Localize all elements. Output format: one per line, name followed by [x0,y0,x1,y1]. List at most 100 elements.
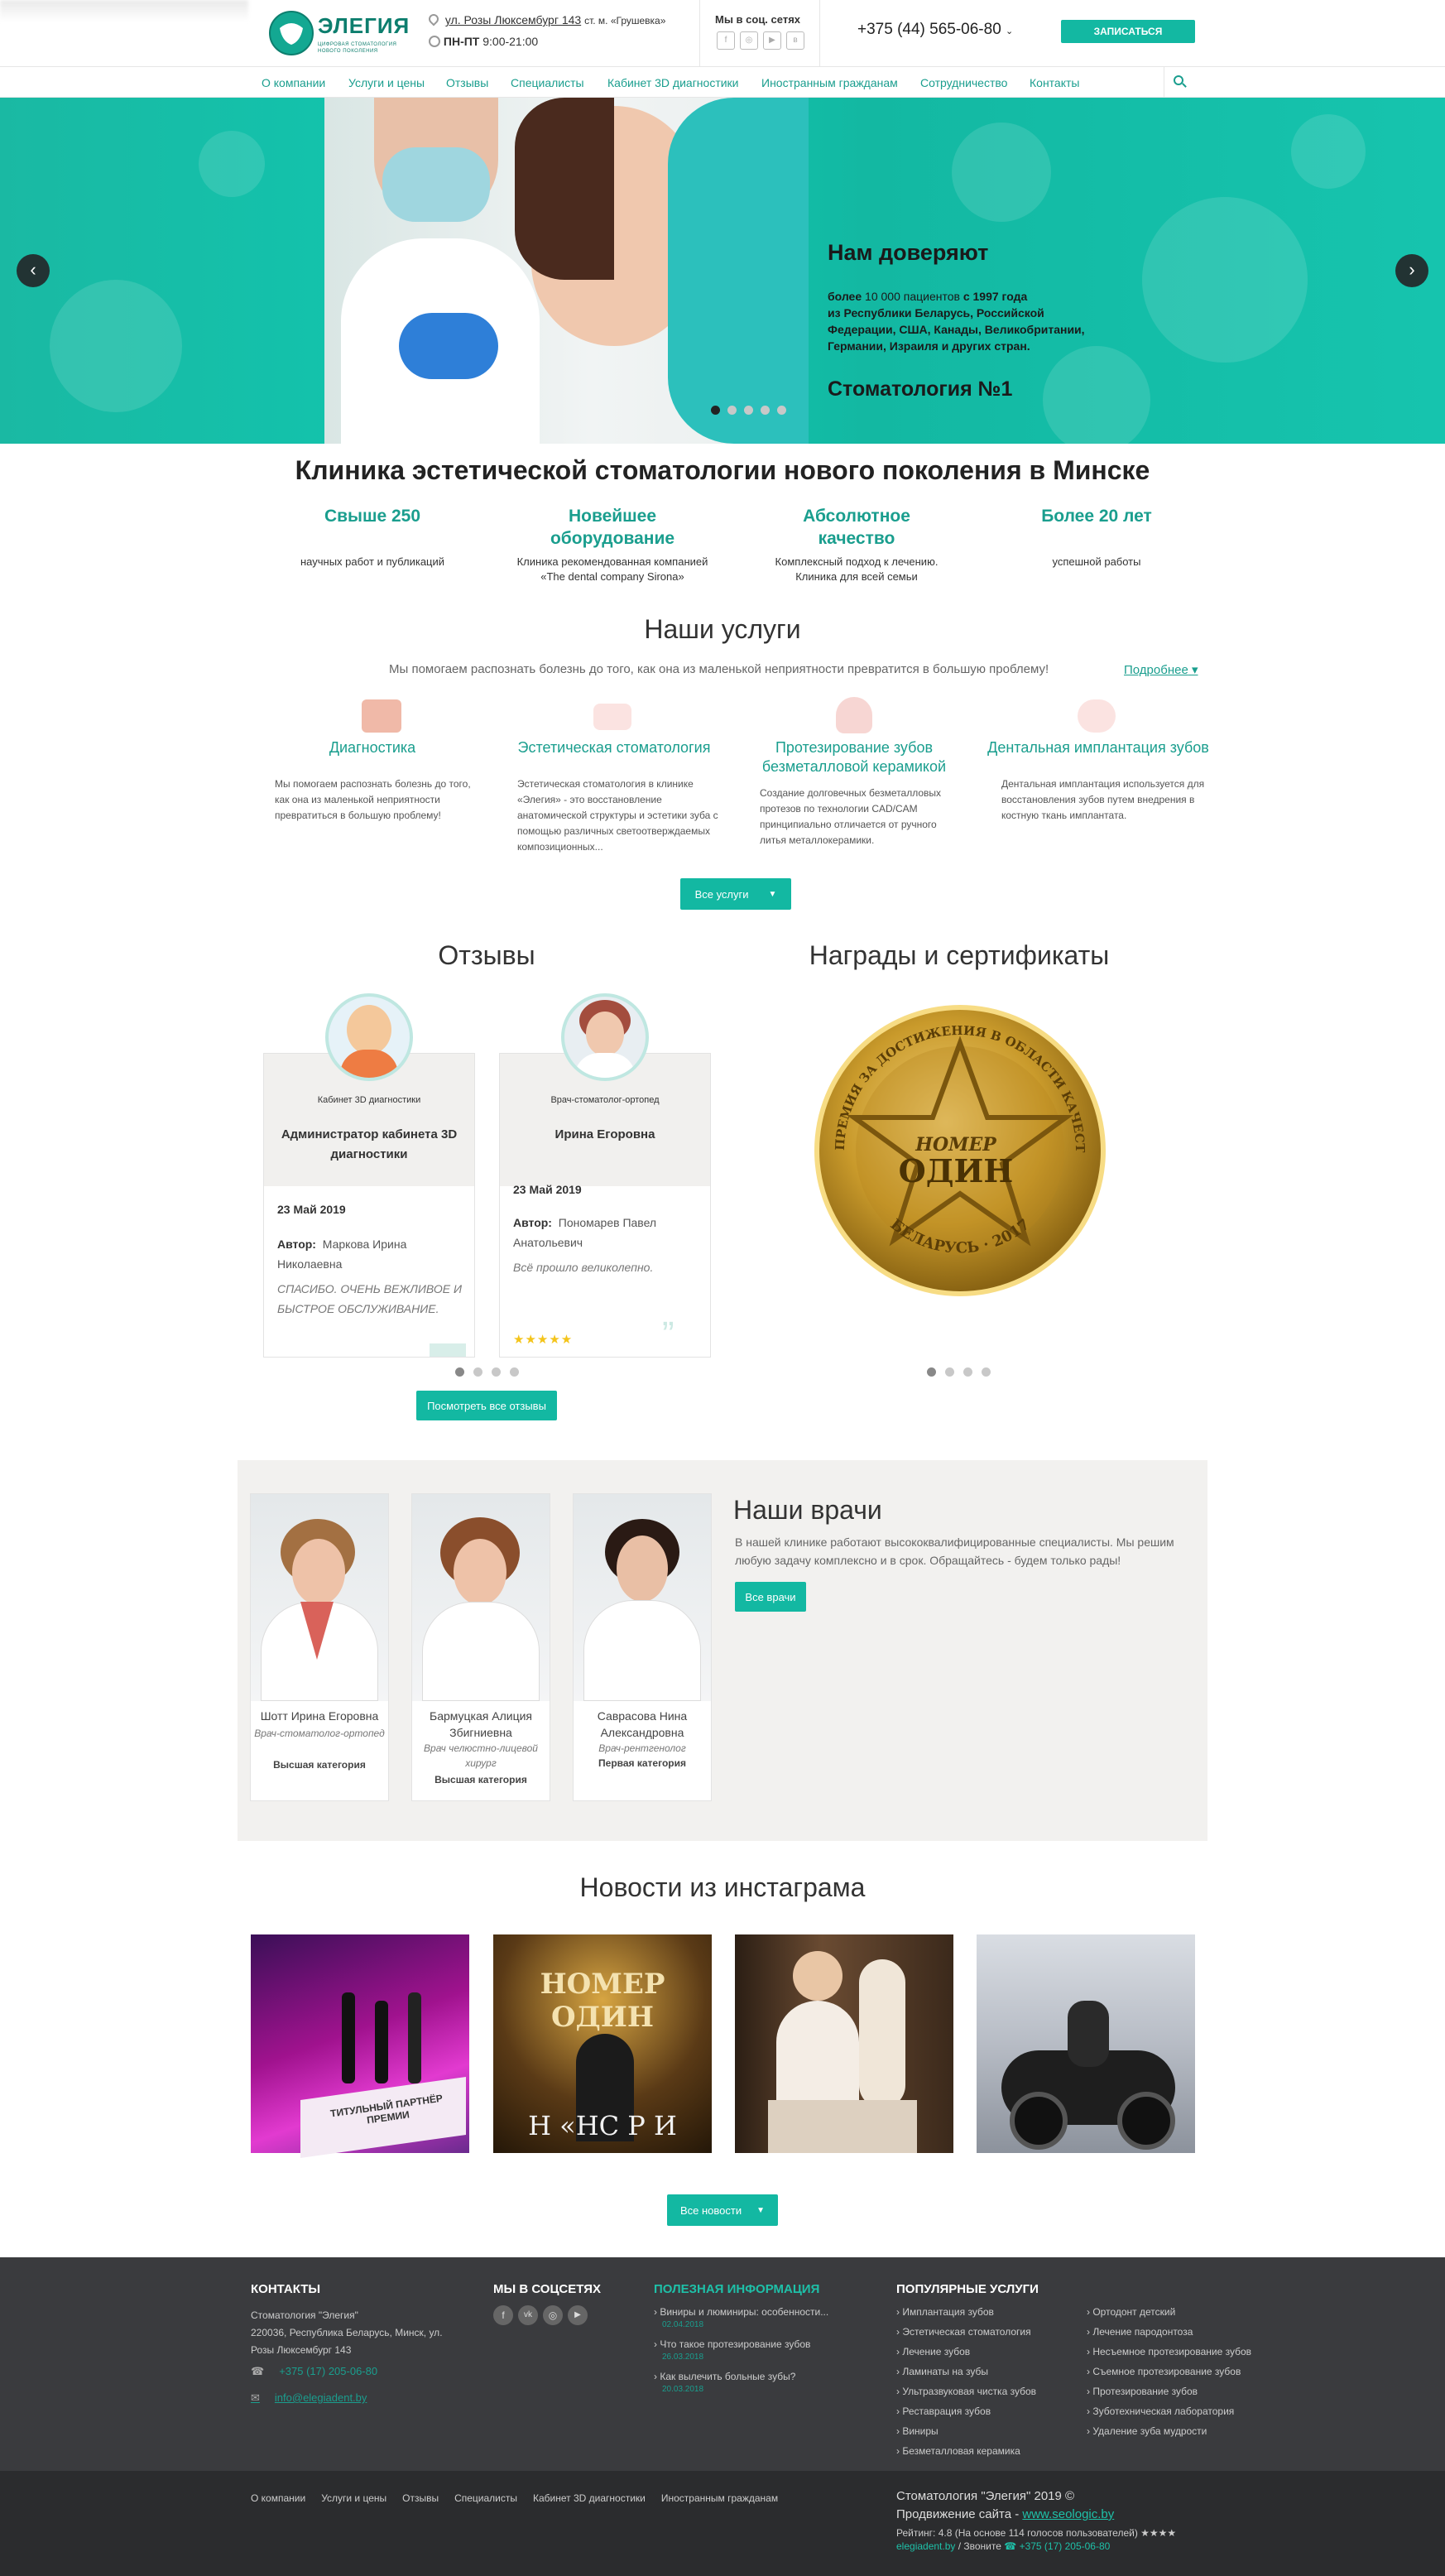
phone-icon: ☎ [1004,2540,1017,2552]
instagram-icon[interactable]: ◎ [543,2305,563,2325]
service-text: Создание долговечных безметалловых проте… [760,787,942,846]
popular-link[interactable]: › Безметалловая керамика [896,2441,1087,2461]
doctor-name: Бармуцкая Алиция Збигниевна [430,1709,532,1739]
service-title[interactable]: Дентальная имплантация зубов [985,738,1212,757]
services-more-link[interactable]: Подробнее ▾ [1124,662,1198,677]
popular-link[interactable]: › Лечение зубов [896,2342,1087,2362]
hero-prev-arrow[interactable]: ‹ [17,254,50,287]
vk-icon[interactable]: vk [518,2305,538,2325]
info-link[interactable]: › Виниры и люминиры: особенности... [654,2305,861,2319]
signup-button[interactable]: ЗАПИСАТЬСЯ [1061,20,1195,43]
footer-copyright: Стоматология "Элегия" 2019 © [896,2489,1075,2503]
header-social-icons: f ◎ ▶ в [717,31,809,50]
service-title[interactable]: Диагностика [265,738,480,757]
hero-dot-1[interactable] [711,406,720,415]
info-link[interactable]: › Как вылечить больные зубы? [654,2370,861,2383]
awards-dot-1[interactable] [927,1367,936,1377]
awards-dot-3[interactable] [963,1367,972,1377]
all-reviews-button[interactable]: Посмотреть все отзывы [416,1391,557,1420]
service-text: Дентальная имплантация используется для … [1001,778,1205,821]
header-address[interactable]: ул. Розы Люксембург 143 ст. м. «Грушевка… [426,12,665,26]
reviews-dot-1[interactable] [455,1367,464,1377]
doctor-card[interactable]: Саврасова Нина Александровна Врач-рентге… [573,1493,712,1801]
stat-title: Свыше 250 [324,507,421,526]
hero-dot-2[interactable] [727,406,737,415]
footer-nav-reviews[interactable]: Отзывы [402,2492,439,2504]
doctor-card[interactable]: Бармуцкая Алиция Збигниевна Врач челюстн… [411,1493,550,1801]
youtube-icon[interactable]: ▶ [763,31,781,50]
logo[interactable]: ЭЛЕГИЯ ЦИФРОВАЯ СТОМАТОЛОГИЯ НОВОГО ПОКО… [268,8,409,58]
hero-dot-5[interactable] [777,406,786,415]
popular-link[interactable]: › Эстетическая стоматология [896,2322,1087,2342]
popular-link[interactable]: › Виниры [896,2421,1087,2441]
site-link[interactable]: elegiadent.by [896,2540,955,2552]
popular-link[interactable]: › Ламинаты на зубы [896,2362,1087,2381]
instagram-post[interactable] [977,1934,1195,2153]
info-link[interactable]: › Что такое протезирование зубов [654,2338,861,2351]
footer-nav-about[interactable]: О компании [251,2492,305,2504]
instagram-post[interactable] [735,1934,953,2153]
review-author: Автор: Пономарев Павел Анатольевич [513,1216,657,1249]
popular-link[interactable]: › Несъемное протезирование зубов [1087,2342,1285,2362]
popular-link[interactable]: › Зуботехническая лаборатория [1087,2401,1285,2421]
all-doctors-button[interactable]: Все врачи [735,1582,806,1612]
footer-nav-foreigners[interactable]: Иностранным гражданам [661,2492,778,2504]
footer-nav-services[interactable]: Услуги и цены [321,2492,386,2504]
nav-item-reviews[interactable]: Отзывы [446,67,488,99]
footer-nav: О компании Услуги и цены Отзывы Специали… [251,2492,778,2504]
nav-item-cooperation[interactable]: Сотрудничество [920,67,1007,99]
hero-title: Нам доверяют [828,240,989,265]
footer-email[interactable]: ✉ info@elegiadent.by [251,2391,367,2405]
popular-link[interactable]: › Лечение пародонтоза [1087,2322,1285,2342]
search-icon[interactable] [1174,75,1187,89]
logo-icon [269,11,314,55]
service-title[interactable]: Протезирование зубов безметалловой керам… [747,738,962,776]
popular-link[interactable]: › Имплантация зубов [896,2302,1087,2322]
youtube-icon[interactable]: ▶ [568,2305,588,2325]
service-title[interactable]: Эстетическая стоматология [506,738,722,757]
nav-item-specialists[interactable]: Специалисты [511,67,584,99]
instagram-post[interactable]: ТИТУЛЬНЫЙ ПАРТНЁР ПРЕМИИ [251,1934,469,2159]
doctor-card[interactable]: Шотт Ирина Егоровна Врач-стоматолог-орто… [250,1493,389,1801]
footer-nav-3d[interactable]: Кабинет 3D диагностики [533,2492,646,2504]
popular-link[interactable]: › Съемное протезирование зубов [1087,2362,1285,2381]
awards-dot-2[interactable] [945,1367,954,1377]
chevron-down-icon: ▾ [1191,663,1198,677]
footer-nav-specialists[interactable]: Специалисты [454,2492,517,2504]
award-medal[interactable]: ПРЕМИЯ ЗА ДОСТИЖЕНИЯ В ОБЛАСТИ КАЧЕСТВА … [811,1002,1109,1300]
nav-item-3d[interactable]: Кабинет 3D диагностики [607,67,739,99]
nav-item-about[interactable]: О компании [262,67,325,99]
doctors-title: Наши врачи [733,1495,882,1525]
header-phone[interactable]: +375 (44) 565-06-80 ⌄ [857,21,1013,39]
doctor-role: Врач челюстно-лицевой хирург [424,1742,538,1769]
popular-list-left: › Имплантация зубов › Эстетическая стома… [896,2302,1087,2461]
instagram-post[interactable]: НОМЕР ОДИН Н «НС Р И [493,1934,712,2153]
reviews-dot-2[interactable] [473,1367,482,1377]
doctor-photo [574,1494,711,1701]
popular-link[interactable]: › Удаление зуба мудрости [1087,2421,1285,2441]
promo-link[interactable]: www.seologic.by [1022,2507,1114,2521]
popular-link[interactable]: › Ортодонт детский [1087,2302,1285,2322]
review-role: Ирина Егоровна [554,1127,655,1141]
reviews-dot-3[interactable] [492,1367,501,1377]
hero-dot-3[interactable] [744,406,753,415]
vk-icon[interactable]: в [786,31,804,50]
facebook-icon[interactable]: f [717,31,735,50]
facebook-icon[interactable]: f [493,2305,513,2325]
hero-dot-4[interactable] [761,406,770,415]
nav-item-services[interactable]: Услуги и цены [348,67,425,99]
popular-link[interactable]: › Протезирование зубов [1087,2381,1285,2401]
footer-phone[interactable]: ☎ +375 (17) 205-06-80 [251,2365,377,2378]
instagram-icon[interactable]: ◎ [740,31,758,50]
nav-item-foreigners[interactable]: Иностранным гражданам [761,67,898,99]
popular-link[interactable]: › Реставрация зубов [896,2401,1087,2421]
nav-item-contacts[interactable]: Контакты [1030,67,1079,99]
all-services-button[interactable]: Все услуги ▼ [680,878,791,910]
awards-dot-4[interactable] [982,1367,991,1377]
footer-info-title: ПОЛЕЗНАЯ ИНФОРМАЦИЯ [654,2282,820,2296]
all-news-button[interactable]: Все новости ▼ [667,2194,778,2226]
hero-next-arrow[interactable]: › [1395,254,1428,287]
popular-link[interactable]: › Ультразвуковая чистка зубов [896,2381,1087,2401]
doctors-text: В нашей клинике работают высококвалифици… [735,1536,1174,1567]
reviews-dot-4[interactable] [510,1367,519,1377]
